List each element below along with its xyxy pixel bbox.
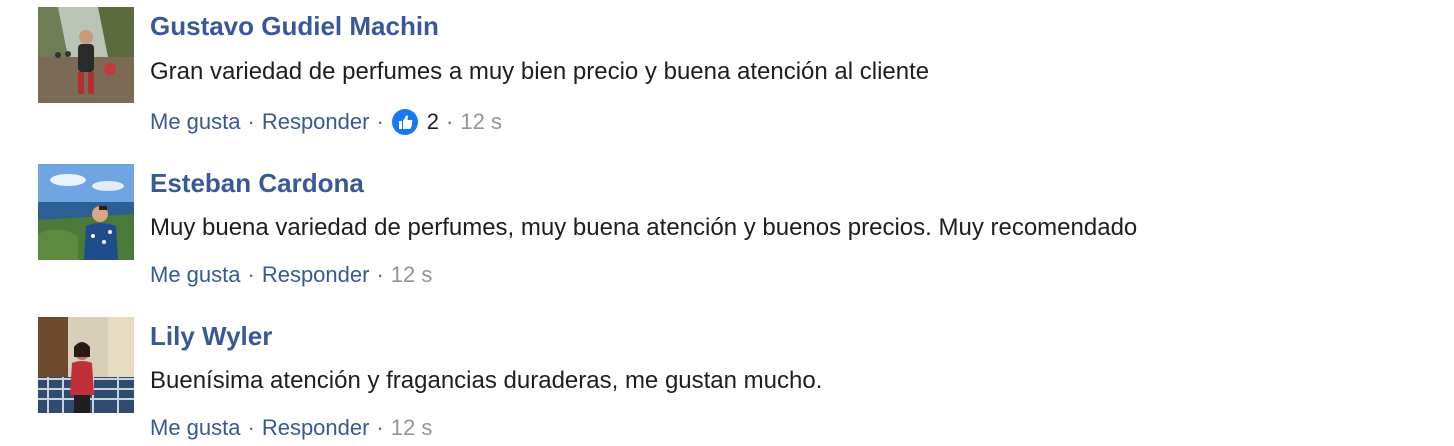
like-link[interactable]: Me gusta — [150, 414, 241, 442]
avatar[interactable] — [38, 164, 134, 260]
separator-dot: · — [376, 262, 384, 287]
reply-link[interactable]: Responder — [262, 261, 370, 289]
avatar[interactable] — [38, 7, 134, 103]
reply-link[interactable]: Responder — [262, 414, 370, 442]
comment-author[interactable]: Gustavo Gudiel Machin — [150, 10, 439, 42]
comment-actions: Me gusta · Responder · 12 s — [150, 414, 432, 442]
avatar[interactable] — [38, 317, 134, 413]
comment-timestamp[interactable]: 12 s — [460, 108, 502, 136]
reaction-summary[interactable]: 2 — [391, 108, 439, 136]
separator-dot: · — [376, 415, 384, 440]
comment-author[interactable]: Esteban Cardona — [150, 167, 364, 199]
comment-author[interactable]: Lily Wyler — [150, 320, 272, 352]
comment-actions: Me gusta · Responder · 2 · 12 s — [150, 108, 502, 136]
comment-text: Muy buena variedad de perfumes, muy buen… — [150, 214, 1138, 241]
comment-item: Gustavo Gudiel Machin Gran variedad de p… — [38, 7, 1438, 135]
comment-text: Buenísima atención y fragancias duradera… — [150, 367, 823, 394]
comment-actions: Me gusta · Responder · 12 s — [150, 261, 432, 289]
comment-item: Esteban Cardona Muy buena variedad de pe… — [38, 164, 1438, 287]
comment-timestamp[interactable]: 12 s — [391, 414, 433, 442]
like-link[interactable]: Me gusta — [150, 108, 241, 136]
separator-dot: · — [247, 262, 255, 287]
reply-link[interactable]: Responder — [262, 108, 370, 136]
separator-dot: · — [446, 109, 454, 134]
comment-item: Lily Wyler Buenísima atención y fraganci… — [38, 317, 1438, 440]
separator-dot: · — [247, 415, 255, 440]
thumbs-up-icon — [391, 108, 419, 136]
separator-dot: · — [376, 109, 384, 134]
comment-timestamp[interactable]: 12 s — [391, 261, 433, 289]
comment-text: Gran variedad de perfumes a muy bien pre… — [150, 58, 930, 85]
reaction-count: 2 — [426, 109, 440, 134]
separator-dot: · — [247, 109, 255, 134]
like-link[interactable]: Me gusta — [150, 261, 241, 289]
